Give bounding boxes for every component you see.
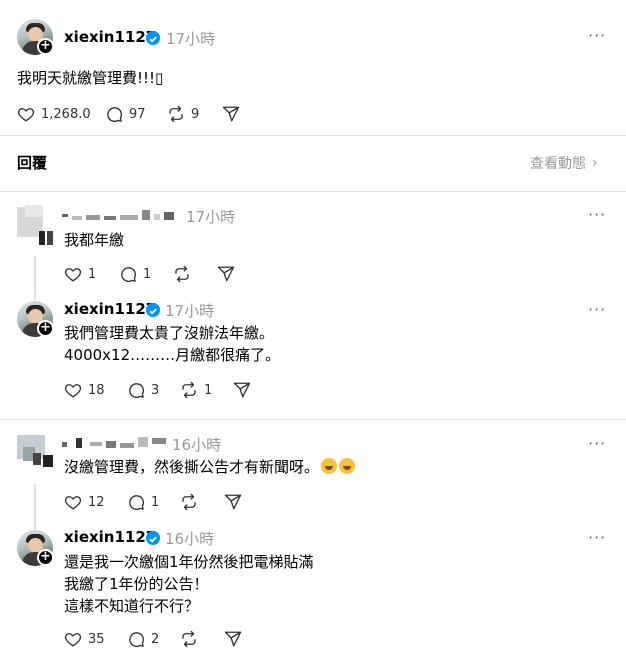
view-activity-label: 查看動態 [530, 156, 586, 172]
like-count: 1,268.0 [41, 106, 91, 122]
thread-line [34, 256, 36, 300]
comment-text: 我都年繳 [64, 231, 125, 249]
follow-plus-icon[interactable]: + [37, 549, 54, 566]
repost-button[interactable] [180, 493, 198, 511]
reply-text-line: 4000x12………月繳都很痛了。 [64, 346, 281, 364]
replies-label: 回覆 [17, 154, 48, 172]
post-username[interactable]: xiexin1127 [64, 28, 156, 46]
share-icon [224, 631, 242, 647]
repost-button[interactable] [180, 630, 198, 648]
like-button[interactable]: 12 [64, 493, 105, 511]
reply-username[interactable]: xiexin1127 [64, 300, 156, 318]
repost-icon [169, 105, 183, 123]
comment-icon [129, 632, 145, 648]
like-button[interactable]: 1,268.0 [17, 105, 91, 123]
verified-icon [146, 31, 160, 45]
post-text: 我明天就繳管理費!!!▯ [17, 69, 164, 87]
reply-time: 16小時 [165, 530, 215, 548]
verified-icon [146, 531, 160, 545]
reply-text-line: 我繳了1年份的公告！ [64, 575, 209, 593]
heart-icon [64, 268, 82, 282]
repost-button[interactable] [173, 265, 191, 283]
divider [0, 419, 626, 420]
comment-icon [107, 107, 123, 123]
view-activity-link[interactable]: 查看動態 › [530, 153, 598, 173]
more-icon[interactable]: ··· [588, 205, 606, 224]
comment-text-content: 沒繳管理費，然後撕公告才有新聞呀。 [64, 458, 320, 476]
comment-time: 17小時 [186, 208, 236, 226]
repost-icon [175, 265, 189, 283]
comment-button[interactable]: 2 [127, 630, 159, 648]
comment-count: 3 [151, 382, 160, 398]
repost-count: 9 [191, 106, 200, 122]
heart-icon [64, 384, 82, 398]
heart-icon [17, 108, 35, 122]
repost-button[interactable]: 9 [167, 105, 199, 123]
share-button[interactable] [222, 105, 240, 123]
like-count: 12 [88, 494, 105, 510]
repost-icon [182, 630, 196, 648]
comment-time: 16小時 [172, 436, 222, 454]
more-icon[interactable]: ··· [588, 434, 606, 453]
comment-button[interactable]: 1 [119, 265, 151, 283]
comment-button[interactable]: 3 [127, 381, 159, 399]
verified-icon [146, 303, 160, 317]
post-time: 17小時 [166, 30, 216, 48]
share-button[interactable] [224, 493, 242, 511]
like-count: 1 [88, 266, 97, 282]
comment-icon [121, 267, 137, 283]
reply-text-line: 這樣不知道行不行？ [64, 597, 200, 615]
comment-text: 沒繳管理費，然後撕公告才有新聞呀。 [64, 456, 356, 478]
comment-count: 97 [129, 106, 146, 122]
follow-plus-icon[interactable]: + [37, 38, 54, 55]
share-icon [222, 106, 240, 122]
rolling-laughing-emoji-icon [321, 458, 338, 474]
reply-username[interactable]: xiexin1127 [64, 528, 156, 546]
share-button[interactable] [217, 265, 235, 283]
heart-icon [64, 633, 82, 647]
more-icon[interactable]: ··· [588, 300, 606, 319]
heart-icon [64, 496, 82, 510]
follow-plus-icon[interactable]: + [37, 320, 54, 337]
blurred-username[interactable] [62, 436, 172, 450]
thread-line [34, 484, 36, 530]
repost-icon [182, 381, 196, 399]
repost-button[interactable]: 1 [180, 381, 212, 399]
share-button[interactable] [224, 630, 242, 648]
main-post: + xiexin1127 17小時 ··· 我明天就繳管理費!!!▯ 1,268… [0, 0, 626, 135]
like-button[interactable]: 35 [64, 630, 105, 648]
like-count: 18 [88, 382, 105, 398]
repost-count: 1 [204, 382, 213, 398]
like-count: 35 [88, 631, 105, 647]
like-button[interactable]: 18 [64, 381, 105, 399]
share-button[interactable] [233, 381, 251, 399]
comment-button[interactable]: 97 [105, 105, 146, 123]
blurred-avatar[interactable] [17, 433, 53, 469]
comment-count: 1 [151, 494, 160, 510]
comment-count: 2 [151, 631, 160, 647]
reply-text-line: 還是我一次繳個1年份然後把電梯貼滿 [64, 553, 314, 571]
share-icon [217, 266, 235, 282]
reply-time: 17小時 [165, 302, 215, 320]
comment-button[interactable]: 1 [127, 493, 159, 511]
like-button[interactable]: 1 [64, 265, 96, 283]
divider [0, 191, 626, 192]
chevron-right-icon: › [592, 155, 598, 171]
reply-text-line: 我們管理費太貴了沒辦法年繳。 [64, 324, 275, 342]
share-icon [233, 382, 251, 398]
more-icon[interactable]: ··· [588, 26, 606, 45]
comment-icon [129, 495, 145, 511]
comment-count: 1 [143, 266, 152, 282]
share-icon [224, 494, 242, 510]
more-icon[interactable]: ··· [588, 528, 606, 547]
blurred-avatar[interactable] [17, 205, 53, 245]
blurred-username[interactable] [62, 208, 177, 222]
comment-icon [129, 383, 145, 399]
rolling-laughing-emoji-icon [339, 458, 356, 474]
divider [0, 135, 626, 136]
repost-icon [182, 493, 196, 511]
